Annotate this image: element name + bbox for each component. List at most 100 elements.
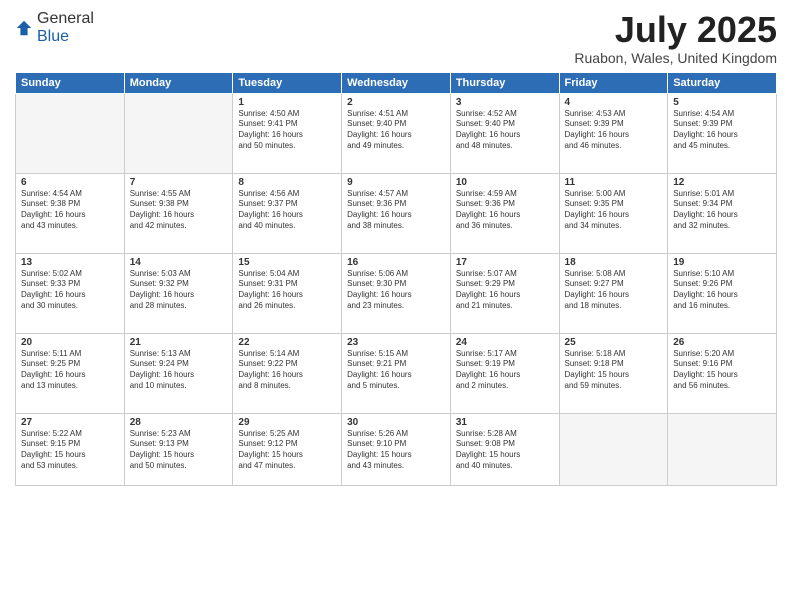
- day-info: Sunrise: 5:25 AM Sunset: 9:12 PM Dayligh…: [238, 429, 336, 472]
- day-info: Sunrise: 5:23 AM Sunset: 9:13 PM Dayligh…: [130, 429, 228, 472]
- day-number: 19: [673, 257, 771, 268]
- calendar-day-cell: 12Sunrise: 5:01 AM Sunset: 9:34 PM Dayli…: [668, 173, 777, 253]
- day-info: Sunrise: 5:15 AM Sunset: 9:21 PM Dayligh…: [347, 349, 445, 392]
- main-title: July 2025: [574, 10, 777, 50]
- day-info: Sunrise: 5:26 AM Sunset: 9:10 PM Dayligh…: [347, 429, 445, 472]
- day-info: Sunrise: 5:22 AM Sunset: 9:15 PM Dayligh…: [21, 429, 119, 472]
- calendar-day-cell: 5Sunrise: 4:54 AM Sunset: 9:39 PM Daylig…: [668, 93, 777, 173]
- day-info: Sunrise: 5:10 AM Sunset: 9:26 PM Dayligh…: [673, 269, 771, 312]
- day-info: Sunrise: 5:17 AM Sunset: 9:19 PM Dayligh…: [456, 349, 554, 392]
- day-info: Sunrise: 5:28 AM Sunset: 9:08 PM Dayligh…: [456, 429, 554, 472]
- day-of-week-sunday: Sunday: [16, 72, 125, 93]
- day-info: Sunrise: 5:20 AM Sunset: 9:16 PM Dayligh…: [673, 349, 771, 392]
- day-number: 28: [130, 417, 228, 428]
- day-number: 5: [673, 97, 771, 108]
- day-info: Sunrise: 4:57 AM Sunset: 9:36 PM Dayligh…: [347, 189, 445, 232]
- day-number: 15: [238, 257, 336, 268]
- day-info: Sunrise: 4:59 AM Sunset: 9:36 PM Dayligh…: [456, 189, 554, 232]
- day-number: 21: [130, 337, 228, 348]
- day-number: 13: [21, 257, 119, 268]
- day-number: 25: [565, 337, 663, 348]
- day-info: Sunrise: 5:01 AM Sunset: 9:34 PM Dayligh…: [673, 189, 771, 232]
- day-number: 31: [456, 417, 554, 428]
- calendar-day-cell: [559, 413, 668, 485]
- day-number: 18: [565, 257, 663, 268]
- day-number: 16: [347, 257, 445, 268]
- day-number: 17: [456, 257, 554, 268]
- day-number: 6: [21, 177, 119, 188]
- day-info: Sunrise: 4:52 AM Sunset: 9:40 PM Dayligh…: [456, 109, 554, 152]
- calendar-day-cell: 14Sunrise: 5:03 AM Sunset: 9:32 PM Dayli…: [124, 253, 233, 333]
- header: General Blue July 2025 Ruabon, Wales, Un…: [15, 10, 777, 66]
- day-info: Sunrise: 4:56 AM Sunset: 9:37 PM Dayligh…: [238, 189, 336, 232]
- calendar-day-cell: 29Sunrise: 5:25 AM Sunset: 9:12 PM Dayli…: [233, 413, 342, 485]
- page: General Blue July 2025 Ruabon, Wales, Un…: [0, 0, 792, 612]
- calendar-day-cell: 4Sunrise: 4:53 AM Sunset: 9:39 PM Daylig…: [559, 93, 668, 173]
- day-number: 14: [130, 257, 228, 268]
- day-number: 11: [565, 177, 663, 188]
- day-of-week-wednesday: Wednesday: [342, 72, 451, 93]
- logo-general-text: General: [37, 10, 94, 27]
- day-number: 29: [238, 417, 336, 428]
- day-info: Sunrise: 4:51 AM Sunset: 9:40 PM Dayligh…: [347, 109, 445, 152]
- calendar-day-cell: 30Sunrise: 5:26 AM Sunset: 9:10 PM Dayli…: [342, 413, 451, 485]
- calendar-day-cell: 8Sunrise: 4:56 AM Sunset: 9:37 PM Daylig…: [233, 173, 342, 253]
- day-number: 27: [21, 417, 119, 428]
- calendar-day-cell: [16, 93, 125, 173]
- calendar-day-cell: 28Sunrise: 5:23 AM Sunset: 9:13 PM Dayli…: [124, 413, 233, 485]
- day-number: 30: [347, 417, 445, 428]
- day-of-week-thursday: Thursday: [450, 72, 559, 93]
- day-info: Sunrise: 4:50 AM Sunset: 9:41 PM Dayligh…: [238, 109, 336, 152]
- calendar-week-row: 1Sunrise: 4:50 AM Sunset: 9:41 PM Daylig…: [16, 93, 777, 173]
- day-info: Sunrise: 4:53 AM Sunset: 9:39 PM Dayligh…: [565, 109, 663, 152]
- calendar-week-row: 27Sunrise: 5:22 AM Sunset: 9:15 PM Dayli…: [16, 413, 777, 485]
- calendar-day-cell: 13Sunrise: 5:02 AM Sunset: 9:33 PM Dayli…: [16, 253, 125, 333]
- calendar-table: SundayMondayTuesdayWednesdayThursdayFrid…: [15, 72, 777, 486]
- calendar-week-row: 6Sunrise: 4:54 AM Sunset: 9:38 PM Daylig…: [16, 173, 777, 253]
- day-info: Sunrise: 4:54 AM Sunset: 9:39 PM Dayligh…: [673, 109, 771, 152]
- day-info: Sunrise: 5:13 AM Sunset: 9:24 PM Dayligh…: [130, 349, 228, 392]
- calendar-day-cell: 16Sunrise: 5:06 AM Sunset: 9:30 PM Dayli…: [342, 253, 451, 333]
- day-info: Sunrise: 5:14 AM Sunset: 9:22 PM Dayligh…: [238, 349, 336, 392]
- calendar-day-cell: 27Sunrise: 5:22 AM Sunset: 9:15 PM Dayli…: [16, 413, 125, 485]
- calendar-header-row: SundayMondayTuesdayWednesdayThursdayFrid…: [16, 72, 777, 93]
- calendar-day-cell: [668, 413, 777, 485]
- calendar-week-row: 20Sunrise: 5:11 AM Sunset: 9:25 PM Dayli…: [16, 333, 777, 413]
- day-number: 23: [347, 337, 445, 348]
- logo: General Blue: [15, 10, 94, 46]
- logo-icon: [15, 19, 33, 37]
- day-info: Sunrise: 5:04 AM Sunset: 9:31 PM Dayligh…: [238, 269, 336, 312]
- day-info: Sunrise: 5:02 AM Sunset: 9:33 PM Dayligh…: [21, 269, 119, 312]
- day-info: Sunrise: 5:18 AM Sunset: 9:18 PM Dayligh…: [565, 349, 663, 392]
- calendar-day-cell: 6Sunrise: 4:54 AM Sunset: 9:38 PM Daylig…: [16, 173, 125, 253]
- calendar-day-cell: 21Sunrise: 5:13 AM Sunset: 9:24 PM Dayli…: [124, 333, 233, 413]
- calendar-day-cell: 3Sunrise: 4:52 AM Sunset: 9:40 PM Daylig…: [450, 93, 559, 173]
- day-of-week-tuesday: Tuesday: [233, 72, 342, 93]
- calendar-day-cell: 2Sunrise: 4:51 AM Sunset: 9:40 PM Daylig…: [342, 93, 451, 173]
- calendar-week-row: 13Sunrise: 5:02 AM Sunset: 9:33 PM Dayli…: [16, 253, 777, 333]
- calendar-day-cell: 19Sunrise: 5:10 AM Sunset: 9:26 PM Dayli…: [668, 253, 777, 333]
- calendar-day-cell: 15Sunrise: 5:04 AM Sunset: 9:31 PM Dayli…: [233, 253, 342, 333]
- calendar-day-cell: 23Sunrise: 5:15 AM Sunset: 9:21 PM Dayli…: [342, 333, 451, 413]
- day-info: Sunrise: 4:54 AM Sunset: 9:38 PM Dayligh…: [21, 189, 119, 232]
- day-number: 4: [565, 97, 663, 108]
- day-number: 1: [238, 97, 336, 108]
- day-number: 12: [673, 177, 771, 188]
- subtitle: Ruabon, Wales, United Kingdom: [574, 50, 777, 66]
- calendar-day-cell: 20Sunrise: 5:11 AM Sunset: 9:25 PM Dayli…: [16, 333, 125, 413]
- title-block: July 2025 Ruabon, Wales, United Kingdom: [574, 10, 777, 66]
- day-of-week-monday: Monday: [124, 72, 233, 93]
- calendar-day-cell: 18Sunrise: 5:08 AM Sunset: 9:27 PM Dayli…: [559, 253, 668, 333]
- day-number: 20: [21, 337, 119, 348]
- day-info: Sunrise: 5:06 AM Sunset: 9:30 PM Dayligh…: [347, 269, 445, 312]
- calendar-day-cell: [124, 93, 233, 173]
- calendar-day-cell: 24Sunrise: 5:17 AM Sunset: 9:19 PM Dayli…: [450, 333, 559, 413]
- day-info: Sunrise: 5:00 AM Sunset: 9:35 PM Dayligh…: [565, 189, 663, 232]
- day-number: 26: [673, 337, 771, 348]
- calendar-day-cell: 26Sunrise: 5:20 AM Sunset: 9:16 PM Dayli…: [668, 333, 777, 413]
- day-number: 7: [130, 177, 228, 188]
- day-number: 9: [347, 177, 445, 188]
- calendar-day-cell: 31Sunrise: 5:28 AM Sunset: 9:08 PM Dayli…: [450, 413, 559, 485]
- logo-blue-text: Blue: [37, 28, 69, 45]
- day-number: 2: [347, 97, 445, 108]
